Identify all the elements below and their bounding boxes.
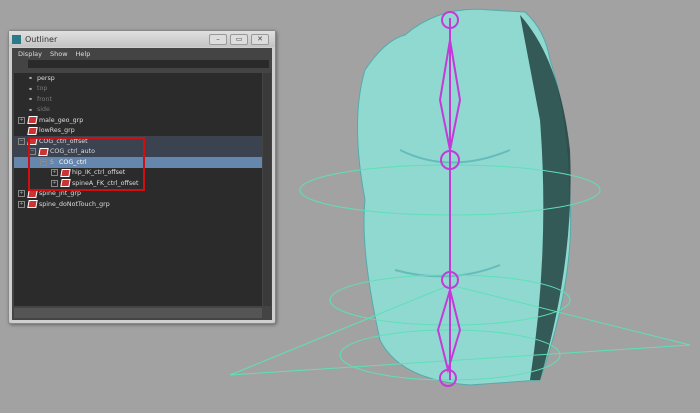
tree-item[interactable]: + spine_doNotTouch_grp (14, 199, 262, 210)
outliner-window[interactable]: Outliner – ▭ ✕ Display Show Help ⚭ persp ⚭… (8, 30, 276, 324)
item-label: lowRes_grp (39, 127, 75, 135)
group-icon (27, 116, 38, 125)
tree-item[interactable]: ⚭ persp (14, 73, 262, 84)
menu-display[interactable]: Display (18, 50, 42, 58)
expand-toggle[interactable]: + (18, 200, 25, 208)
camera-icon: ⚭ (28, 106, 34, 114)
torso-mesh[interactable] (357, 8, 572, 386)
item-label: male_geo_grp (39, 116, 84, 124)
tree-item[interactable]: lowRes_grp (14, 126, 262, 137)
group-icon (27, 126, 38, 135)
window-title: Outliner (25, 34, 58, 44)
item-label: spine_jnt_grp (39, 190, 81, 198)
group-icon (27, 200, 38, 209)
menu-show[interactable]: Show (50, 50, 68, 58)
item-label: spine_doNotTouch_grp (39, 200, 110, 208)
tree-item[interactable]: ⚭ top (14, 84, 262, 95)
minimize-button[interactable]: – (209, 33, 227, 45)
camera-icon: ⚭ (28, 85, 34, 93)
item-label: front (37, 95, 52, 103)
close-button[interactable]: ✕ (251, 33, 269, 45)
expand-toggle[interactable]: − (18, 137, 25, 145)
tree-item[interactable]: ⚭ front (14, 94, 262, 105)
maximize-button[interactable]: ▭ (230, 33, 248, 45)
item-label: persp (37, 74, 55, 82)
expand-toggle[interactable]: + (18, 116, 25, 124)
item-label: top (37, 85, 48, 93)
horizontal-scrollbar[interactable] (14, 308, 262, 318)
title-bar[interactable]: Outliner – ▭ ✕ (9, 31, 275, 47)
filter-input[interactable] (28, 60, 269, 68)
item-label: side (37, 106, 50, 114)
tree-item[interactable]: + male_geo_grp (14, 115, 262, 126)
highlight-box (28, 137, 145, 191)
vertical-scrollbar[interactable] (263, 73, 271, 306)
camera-icon: ⚭ (28, 75, 34, 83)
expand-toggle[interactable]: + (18, 190, 25, 198)
menu-bar: Display Show Help (12, 48, 272, 59)
tree-item[interactable]: ⚭ side (14, 105, 262, 116)
menu-help[interactable]: Help (76, 50, 91, 58)
camera-icon: ⚭ (28, 96, 34, 104)
maya-icon (12, 34, 21, 44)
